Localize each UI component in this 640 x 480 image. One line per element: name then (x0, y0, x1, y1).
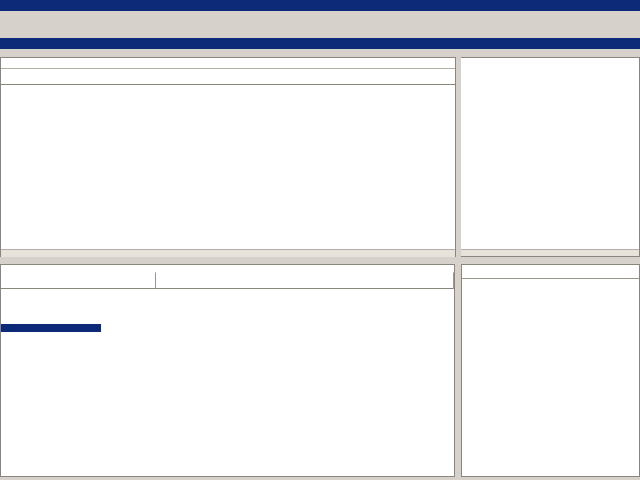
toolbar (0, 21, 640, 38)
gantt-h-scrollbar[interactable] (461, 249, 639, 257)
gantt-timescale-weeks[interactable] (461, 67, 639, 76)
gantt-header-gap (461, 58, 639, 67)
gantt-chart-area (461, 85, 639, 249)
table-header (1, 69, 455, 85)
display-options-bar[interactable] (462, 265, 639, 279)
table-body (1, 85, 455, 249)
bottom-left-gap (1, 265, 454, 272)
gantt-timescale-days[interactable] (461, 76, 639, 85)
activity-table-panel (0, 57, 456, 257)
title-bar[interactable] (0, 0, 640, 11)
table-h-scrollbar[interactable] (1, 249, 455, 257)
selected-resource-row[interactable] (1, 324, 101, 332)
bottom-left-header-cell-2[interactable] (156, 272, 454, 289)
histogram-week-axis (462, 466, 639, 477)
histogram-day-axis (462, 454, 639, 466)
histogram-chart-area (462, 279, 639, 454)
bottom-left-header-cell-1[interactable] (1, 272, 156, 289)
bottom-left-panel (0, 264, 455, 477)
application-window (0, 0, 640, 480)
horizontal-splitter[interactable] (0, 257, 640, 264)
gantt-panel (461, 57, 640, 257)
layout-bar (0, 38, 640, 49)
filter-bar[interactable] (1, 58, 455, 69)
menu-bar (0, 11, 640, 21)
resource-histogram-panel (461, 264, 640, 477)
